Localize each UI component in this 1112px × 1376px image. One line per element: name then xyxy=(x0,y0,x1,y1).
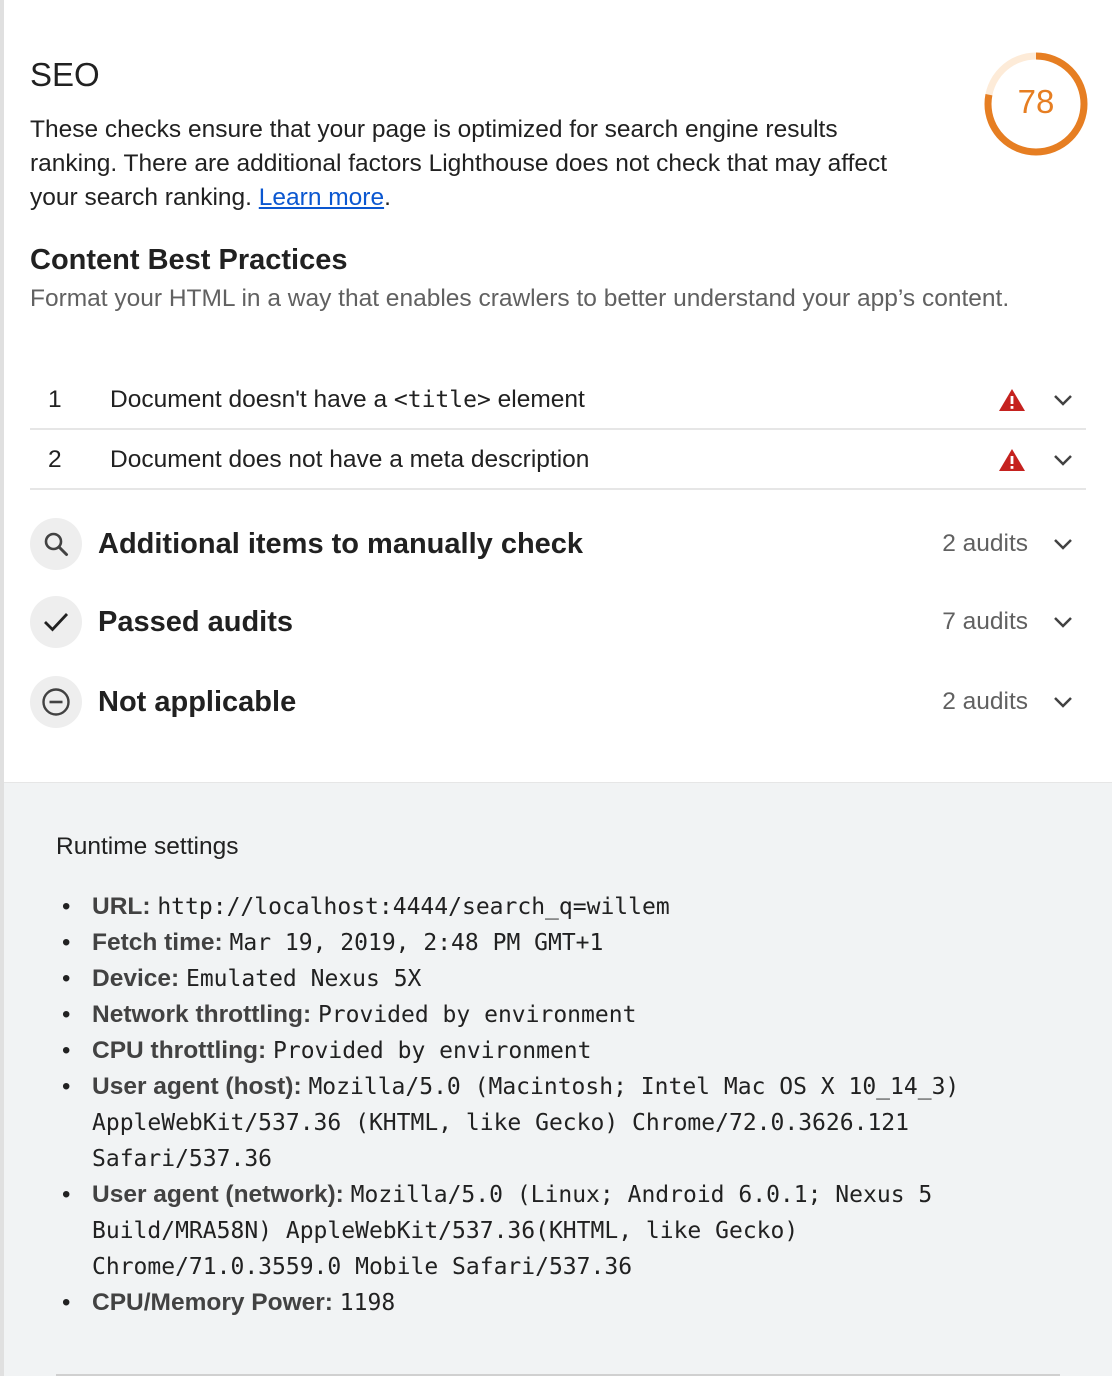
audit-title: Document doesn't have a <title> element xyxy=(110,386,998,414)
clump-count: 7 audits xyxy=(942,608,1028,635)
audit-text-before: Document doesn't have a xyxy=(110,386,394,413)
runtime-item-network-throttling: Network throttling: Provided by environm… xyxy=(56,997,1056,1033)
description-period: . xyxy=(384,184,391,211)
runtime-item-url: URL: http://localhost:4444/search_q=will… xyxy=(56,889,1056,925)
clump-count: 2 audits xyxy=(942,688,1028,715)
runtime-settings-section: Runtime settings URL: http://localhost:4… xyxy=(4,782,1112,1376)
runtime-label: User agent (host): xyxy=(92,1073,302,1100)
audit-row-title[interactable]: 1 Document doesn't have a <title> elemen… xyxy=(30,372,1086,430)
clump-manual-checks[interactable]: Additional items to manually check 2 aud… xyxy=(30,514,1086,574)
runtime-item-cpu-throttling: CPU throttling: Provided by environment xyxy=(56,1033,1056,1069)
runtime-value: Provided by environment xyxy=(273,1038,592,1064)
audit-index: 2 xyxy=(48,446,62,473)
chevron-down-icon[interactable] xyxy=(1048,385,1078,415)
runtime-item-fetch-time: Fetch time: Mar 19, 2019, 2:48 PM GMT+1 xyxy=(56,925,1056,961)
runtime-label: User agent (network): xyxy=(92,1181,344,1208)
runtime-label: CPU/Memory Power: xyxy=(92,1289,333,1316)
clump-title: Passed audits xyxy=(98,605,294,638)
score-gauge: 78 xyxy=(982,50,1090,158)
audit-title: Document does not have a meta descriptio… xyxy=(110,446,590,473)
runtime-value: http://localhost:4444/search_q=willem xyxy=(157,894,670,920)
clump-count: 2 audits xyxy=(942,530,1028,557)
runtime-item-cpu-memory-power: CPU/Memory Power: 1198 xyxy=(56,1285,1056,1321)
runtime-value: Emulated Nexus 5X xyxy=(185,966,422,992)
minus-circle-icon xyxy=(30,676,82,728)
runtime-value: Provided by environment xyxy=(317,1002,637,1028)
runtime-item-user-agent-network: User agent (network): Mozilla/5.0 (Linux… xyxy=(56,1177,1056,1285)
clump-title: Not applicable xyxy=(98,685,297,718)
runtime-label: Device: xyxy=(92,965,180,992)
runtime-settings-title: Runtime settings xyxy=(56,833,239,860)
chevron-down-icon[interactable] xyxy=(1048,529,1078,559)
category-description: These checks ensure that your page is op… xyxy=(30,113,930,215)
runtime-item-user-agent-host: User agent (host): Mozilla/5.0 (Macintos… xyxy=(56,1069,1056,1177)
runtime-label: URL: xyxy=(92,893,151,920)
runtime-item-device: Device: Emulated Nexus 5X xyxy=(56,961,1056,997)
runtime-settings-list: URL: http://localhost:4444/search_q=will… xyxy=(56,889,1056,1321)
warning-icon xyxy=(998,387,1028,413)
checkmark-icon xyxy=(30,596,82,648)
chevron-down-icon[interactable] xyxy=(1048,445,1078,475)
group-title: Content Best Practices xyxy=(30,244,348,276)
seo-category-section: 78 SEO These checks ensure that your pag… xyxy=(4,0,1112,782)
category-description-text: These checks ensure that your page is op… xyxy=(30,116,888,211)
runtime-value: Mar 19, 2019, 2:48 PM GMT+1 xyxy=(229,930,604,956)
audit-code: <title> xyxy=(393,387,491,413)
clump-not-applicable[interactable]: Not applicable 2 audits xyxy=(30,672,1086,732)
runtime-label: Fetch time: xyxy=(92,929,223,956)
audit-index: 1 xyxy=(48,386,62,413)
runtime-value: 1198 xyxy=(339,1290,396,1316)
search-icon xyxy=(30,518,82,570)
group-description: Format your HTML in a way that enables c… xyxy=(30,285,1010,312)
clump-title: Additional items to manually check xyxy=(98,527,584,560)
score-value: 78 xyxy=(1017,83,1055,120)
clump-passed-audits[interactable]: Passed audits 7 audits xyxy=(30,592,1086,652)
warning-icon xyxy=(998,447,1028,473)
runtime-label: Network throttling: xyxy=(92,1001,312,1028)
learn-more-link[interactable]: Learn more xyxy=(259,184,384,211)
chevron-down-icon[interactable] xyxy=(1048,687,1078,717)
chevron-down-icon[interactable] xyxy=(1048,607,1078,637)
runtime-label: CPU throttling: xyxy=(92,1037,267,1064)
audit-row-meta-description[interactable]: 2 Document does not have a meta descript… xyxy=(30,432,1086,490)
category-title: SEO xyxy=(30,56,100,93)
audit-text-after: element xyxy=(490,386,585,413)
